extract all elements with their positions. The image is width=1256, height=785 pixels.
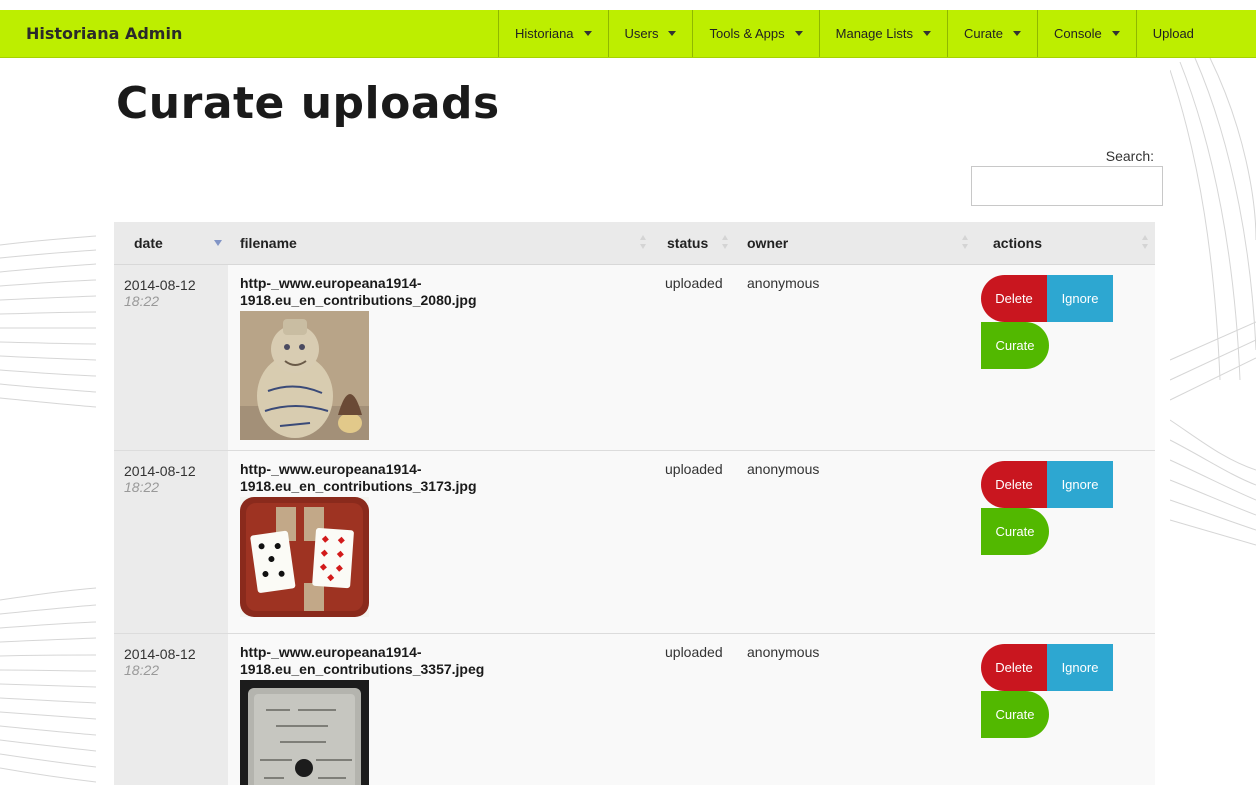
filename-cell: http-_www.europeana1914-1918.eu_en_contr…	[228, 264, 653, 451]
table-row: 2014-08-12 18:22 http-_www.europeana1914…	[114, 264, 1155, 451]
nav-historiana[interactable]: Historiana	[498, 10, 608, 57]
status-cell: uploaded	[653, 633, 735, 785]
caret-down-icon	[922, 31, 931, 36]
nav-tools-apps[interactable]: Tools & Apps	[692, 10, 818, 57]
upload-owner: anonymous	[747, 460, 820, 477]
actions-cell: Delete Ignore Curate	[975, 633, 1155, 785]
owner-cell: anonymous	[735, 264, 975, 451]
column-header-status-label: status	[667, 234, 709, 251]
table-row: 2014-08-12 18:22 http-_www.europeana1914…	[114, 450, 1155, 634]
table-row: 2014-08-12 18:22 http-_www.europeana1914…	[114, 633, 1155, 785]
sort-descending-icon	[214, 240, 222, 246]
ignore-button[interactable]: Ignore	[1047, 643, 1113, 691]
upload-thumbnail[interactable]	[240, 496, 369, 617]
upload-date: 2014-08-12	[124, 645, 196, 662]
nav-manage-lists-label: Manage Lists	[835, 26, 913, 41]
caret-down-icon	[668, 31, 677, 36]
row-actions: Delete Ignore Curate	[981, 643, 1121, 738]
main-nav: Historiana Users Tools & Apps Manage Lis…	[498, 10, 1207, 57]
column-header-filename-label: filename	[240, 234, 297, 251]
caret-down-icon	[583, 31, 592, 36]
upload-owner: anonymous	[747, 274, 820, 291]
upload-filename: http-_www.europeana1914-1918.eu_en_contr…	[240, 643, 485, 677]
nav-console-label: Console	[1054, 26, 1102, 41]
date-cell: 2014-08-12 18:22	[114, 264, 228, 451]
owner-cell: anonymous	[735, 450, 975, 634]
app-brand[interactable]: Historiana Admin	[0, 10, 498, 57]
sort-icon	[1142, 235, 1149, 251]
filename-cell: http-_www.europeana1914-1918.eu_en_contr…	[228, 450, 653, 634]
sort-icon	[640, 235, 647, 251]
upload-date: 2014-08-12	[124, 462, 196, 479]
curate-button[interactable]: Curate	[981, 690, 1049, 738]
actions-cell: Delete Ignore Curate	[975, 264, 1155, 451]
owner-cell: anonymous	[735, 633, 975, 785]
column-header-date[interactable]: date	[114, 222, 228, 265]
caret-down-icon	[1111, 31, 1120, 36]
nav-upload[interactable]: Upload	[1135, 10, 1207, 57]
nav-users[interactable]: Users	[607, 10, 693, 57]
search-label: Search:	[1105, 148, 1154, 164]
page-title: Curate uploads	[116, 78, 500, 129]
ignore-button[interactable]: Ignore	[1047, 274, 1113, 322]
search-input[interactable]	[971, 166, 1163, 206]
upload-thumbnail[interactable]	[240, 679, 369, 785]
filename-cell: http-_www.europeana1914-1918.eu_en_contr…	[228, 633, 653, 785]
upload-status: uploaded	[665, 643, 723, 660]
column-header-filename[interactable]: filename	[228, 222, 653, 265]
curate-button[interactable]: Curate	[981, 507, 1049, 555]
sort-icon	[722, 235, 729, 251]
status-cell: uploaded	[653, 450, 735, 634]
nav-tools-apps-label: Tools & Apps	[709, 26, 785, 41]
upload-status: uploaded	[665, 460, 723, 477]
ignore-button[interactable]: Ignore	[1047, 460, 1113, 508]
column-header-status[interactable]: status	[653, 222, 735, 265]
curate-button[interactable]: Curate	[981, 321, 1049, 369]
top-navbar: Historiana Admin Historiana Users Tools …	[0, 10, 1256, 58]
column-header-date-label: date	[134, 234, 163, 251]
caret-down-icon	[1013, 31, 1021, 36]
table-header-row: date filename status owner actions	[114, 222, 1155, 265]
delete-button[interactable]: Delete	[981, 274, 1047, 322]
sort-icon	[962, 235, 969, 251]
nav-upload-label: Upload	[1152, 26, 1194, 41]
nav-historiana-label: Historiana	[515, 26, 574, 41]
upload-date: 2014-08-12	[124, 276, 196, 293]
nav-console[interactable]: Console	[1037, 10, 1136, 57]
nav-users-label: Users	[624, 26, 659, 41]
main-content: Curate uploads Search: date filename sta…	[96, 58, 1170, 785]
date-cell: 2014-08-12 18:22	[114, 633, 228, 785]
nav-curate[interactable]: Curate	[946, 10, 1037, 57]
column-header-actions-label: actions	[993, 234, 1043, 251]
column-header-owner-label: owner	[747, 234, 789, 251]
date-cell: 2014-08-12 18:22	[114, 450, 228, 634]
upload-filename: http-_www.europeana1914-1918.eu_en_contr…	[240, 274, 477, 308]
upload-filename: http-_www.europeana1914-1918.eu_en_contr…	[240, 460, 477, 494]
upload-time: 18:22	[124, 292, 160, 309]
column-header-actions[interactable]: actions	[975, 222, 1155, 265]
upload-status: uploaded	[665, 274, 723, 291]
delete-button[interactable]: Delete	[981, 643, 1047, 691]
nav-curate-label: Curate	[963, 26, 1003, 41]
column-header-owner[interactable]: owner	[735, 222, 975, 265]
nav-manage-lists[interactable]: Manage Lists	[818, 10, 947, 57]
actions-cell: Delete Ignore Curate	[975, 450, 1155, 634]
upload-owner: anonymous	[747, 643, 820, 660]
uploads-table: date filename status owner actions 2014-…	[114, 222, 1155, 785]
row-actions: Delete Ignore Curate	[981, 274, 1121, 369]
delete-button[interactable]: Delete	[981, 460, 1047, 508]
caret-down-icon	[794, 31, 803, 36]
row-actions: Delete Ignore Curate	[981, 460, 1121, 555]
upload-time: 18:22	[124, 478, 160, 495]
status-cell: uploaded	[653, 264, 735, 451]
upload-time: 18:22	[124, 661, 160, 678]
upload-thumbnail[interactable]	[240, 310, 369, 440]
